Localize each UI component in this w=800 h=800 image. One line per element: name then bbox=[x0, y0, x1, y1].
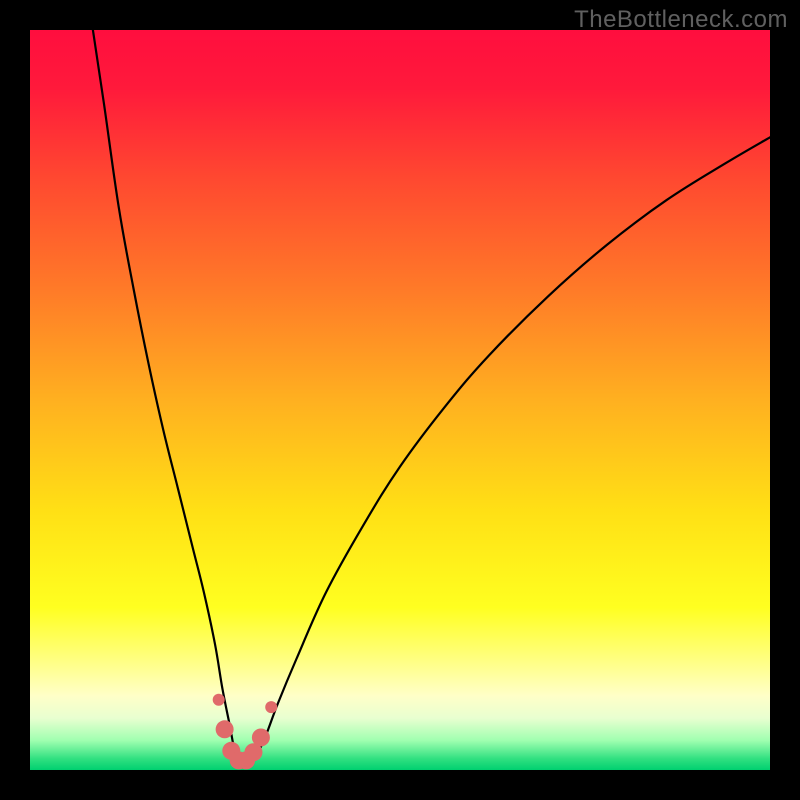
chart-plot-area bbox=[30, 30, 770, 770]
valley-marker bbox=[216, 720, 234, 738]
valley-marker bbox=[265, 701, 277, 713]
chart-svg bbox=[30, 30, 770, 770]
valley-marker bbox=[213, 694, 225, 706]
chart-frame: TheBottleneck.com bbox=[0, 0, 800, 800]
valley-marker bbox=[252, 728, 270, 746]
chart-background bbox=[30, 30, 770, 770]
